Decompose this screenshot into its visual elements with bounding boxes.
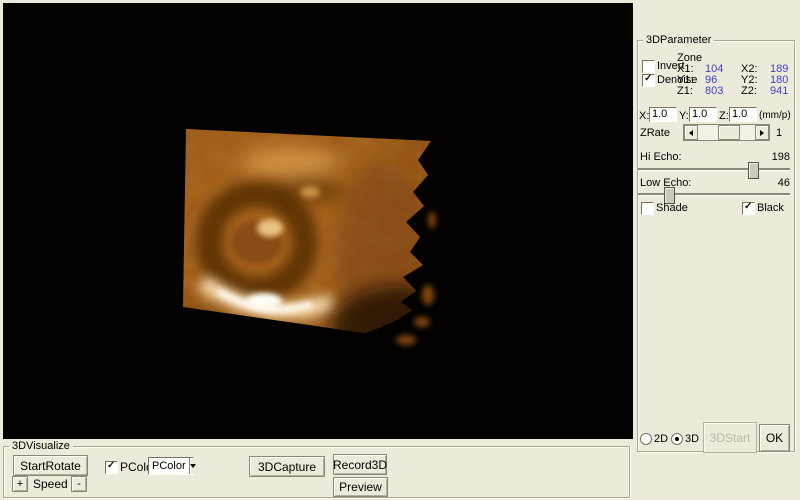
- mode-3d-radio[interactable]: [671, 433, 683, 445]
- pcolor-dropdown-value: PColor: [149, 460, 189, 472]
- zrate-scroll-left-button[interactable]: [684, 125, 698, 140]
- scale-z-label: Z:: [719, 110, 729, 122]
- shade-checkbox[interactable]: [641, 202, 654, 215]
- pcolor-dropdown-button[interactable]: [189, 458, 196, 474]
- zrate-scroll-track[interactable]: [698, 125, 755, 140]
- zone-z2-value: 941: [770, 85, 788, 97]
- invert-checkbox[interactable]: [642, 60, 655, 73]
- zone-z2-label: Z2:: [741, 85, 757, 97]
- scale-x-input[interactable]: [649, 107, 677, 122]
- black-checkbox[interactable]: [742, 202, 755, 215]
- zrate-scroll-right-button[interactable]: [755, 125, 769, 140]
- scroll-right-icon: [760, 130, 767, 136]
- denoise-checkbox[interactable]: [642, 74, 655, 87]
- parameter-groupbox: 3DParameter: [637, 40, 795, 452]
- preview-button[interactable]: Preview: [333, 477, 388, 497]
- mode-3d-label: 3D: [685, 433, 699, 445]
- speed-label: Speed: [33, 478, 68, 490]
- visualize-panel: 3DVisualize StartRotate + Speed - PColor…: [0, 439, 633, 500]
- zone-z1-value: 803: [705, 85, 723, 97]
- ok-button[interactable]: OK: [759, 424, 790, 452]
- low-echo-slider-track[interactable]: [638, 193, 790, 196]
- scroll-left-icon: [686, 130, 693, 136]
- render-viewport[interactable]: [3, 3, 633, 439]
- scale-z-input[interactable]: [729, 107, 757, 122]
- zrate-scroll-thumb[interactable]: [718, 125, 740, 140]
- zrate-scrollbar[interactable]: [683, 124, 770, 141]
- scale-y-label: Y:: [679, 110, 689, 122]
- visualize-panel-title: 3DVisualize: [9, 440, 73, 452]
- mode-2d-radio[interactable]: [640, 433, 652, 445]
- scale-unit-label: (mm/p): [759, 110, 791, 122]
- pcolor-dropdown[interactable]: PColor: [148, 457, 194, 475]
- hi-echo-slider-track[interactable]: [638, 168, 790, 171]
- parameter-panel-title: 3DParameter: [643, 34, 714, 46]
- zrate-label: ZRate: [640, 127, 670, 139]
- chevron-down-icon: [190, 464, 196, 471]
- speed-minus-button[interactable]: -: [71, 476, 87, 492]
- zrate-value: 1: [776, 127, 782, 139]
- hi-echo-label: Hi Echo:: [640, 151, 682, 163]
- app-window: 3DParameter Invert Denoise Zone X1: 104 …: [0, 0, 800, 500]
- mode-2d-label: 2D: [654, 433, 668, 445]
- pcolor-checkbox[interactable]: [105, 461, 118, 474]
- parameter-panel: 3DParameter Invert Denoise Zone X1: 104 …: [633, 0, 800, 453]
- start-rotate-button[interactable]: StartRotate: [13, 455, 88, 476]
- scale-x-label: X:: [639, 110, 649, 122]
- start3d-button[interactable]: 3DStart: [703, 422, 757, 453]
- zone-z1-label: Z1:: [677, 85, 693, 97]
- shade-label: Shade: [656, 202, 688, 214]
- speed-plus-button[interactable]: +: [12, 476, 28, 492]
- capture3d-button[interactable]: 3DCapture: [249, 456, 325, 477]
- scale-y-input[interactable]: [689, 107, 717, 122]
- low-echo-value: 46: [750, 177, 790, 189]
- black-label: Black: [757, 202, 784, 214]
- ultrasound-volume-render[interactable]: [160, 100, 450, 360]
- record3d-button[interactable]: Record3D: [333, 454, 387, 475]
